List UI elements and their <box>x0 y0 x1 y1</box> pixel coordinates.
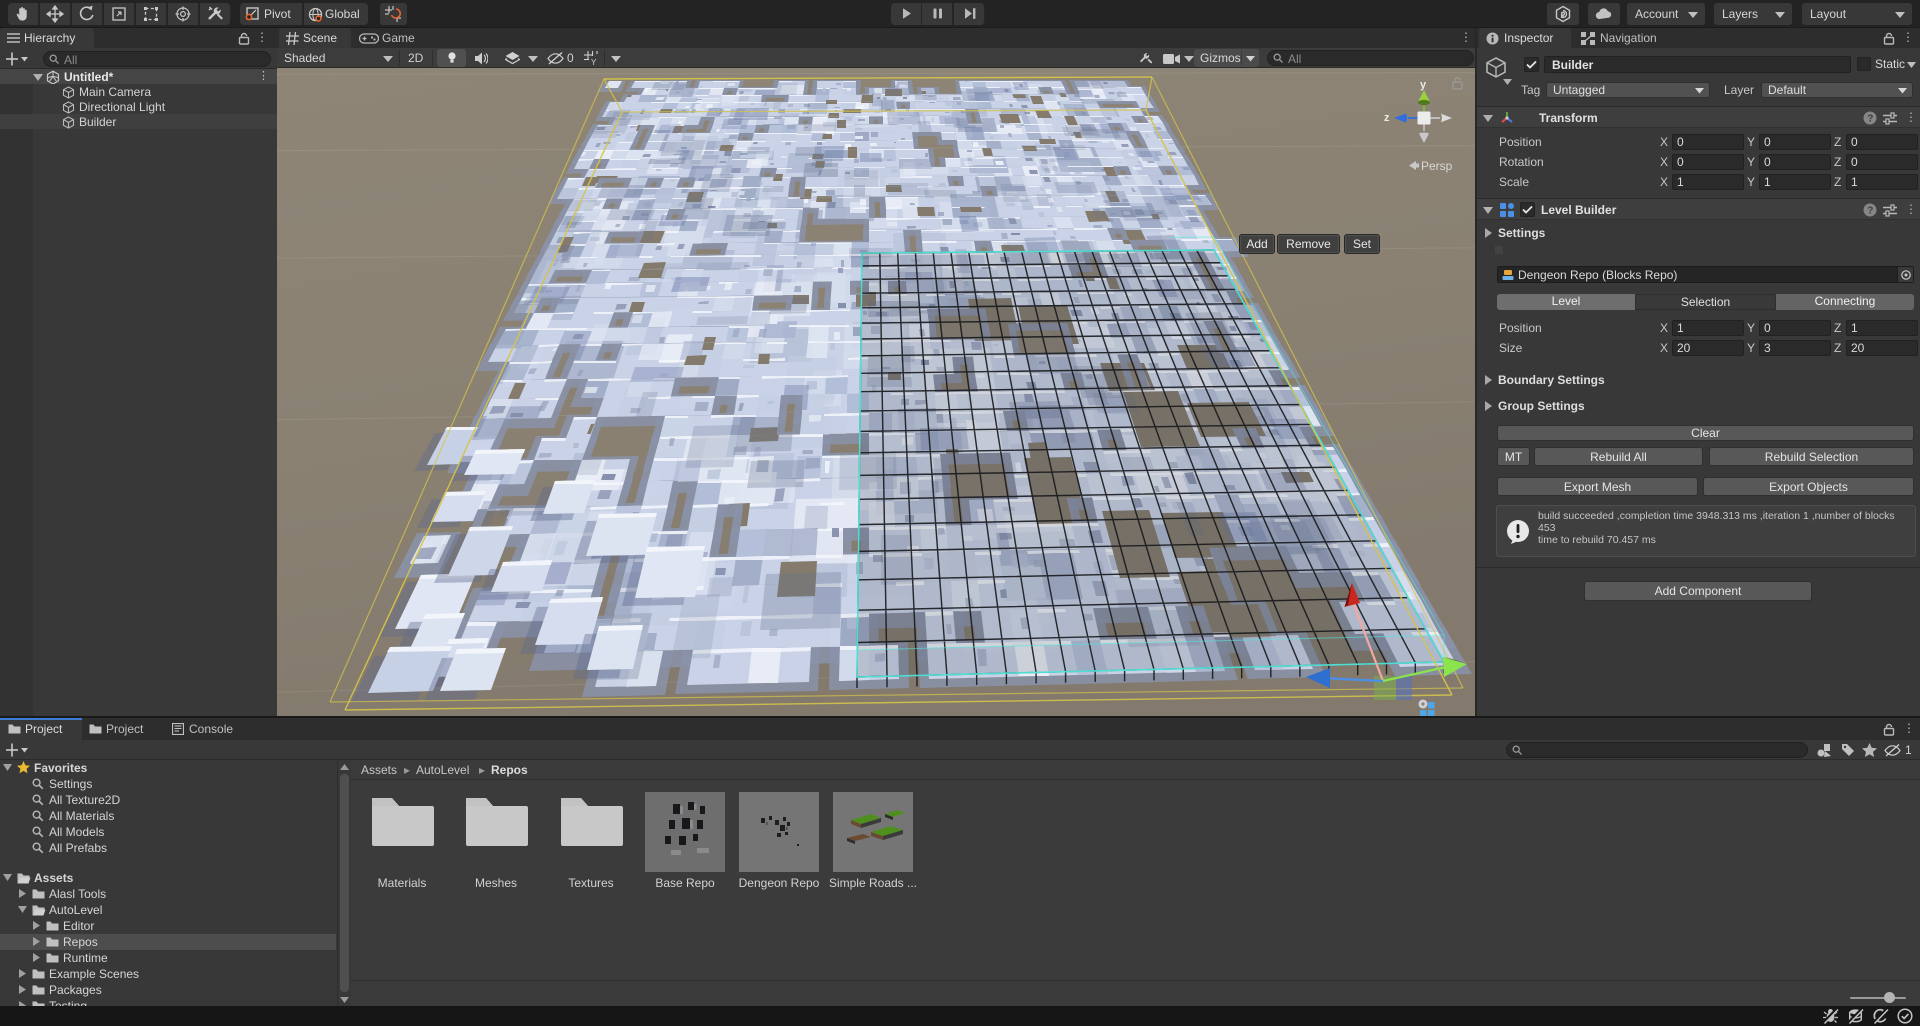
svg-text:Y: Y <box>591 58 597 66</box>
svg-text:y: y <box>1420 79 1427 91</box>
svg-text:Persp: Persp <box>1421 159 1453 173</box>
svg-text:?: ? <box>1867 206 1873 217</box>
svg-text:?: ? <box>1867 114 1873 125</box>
svg-text:z: z <box>1384 112 1390 124</box>
